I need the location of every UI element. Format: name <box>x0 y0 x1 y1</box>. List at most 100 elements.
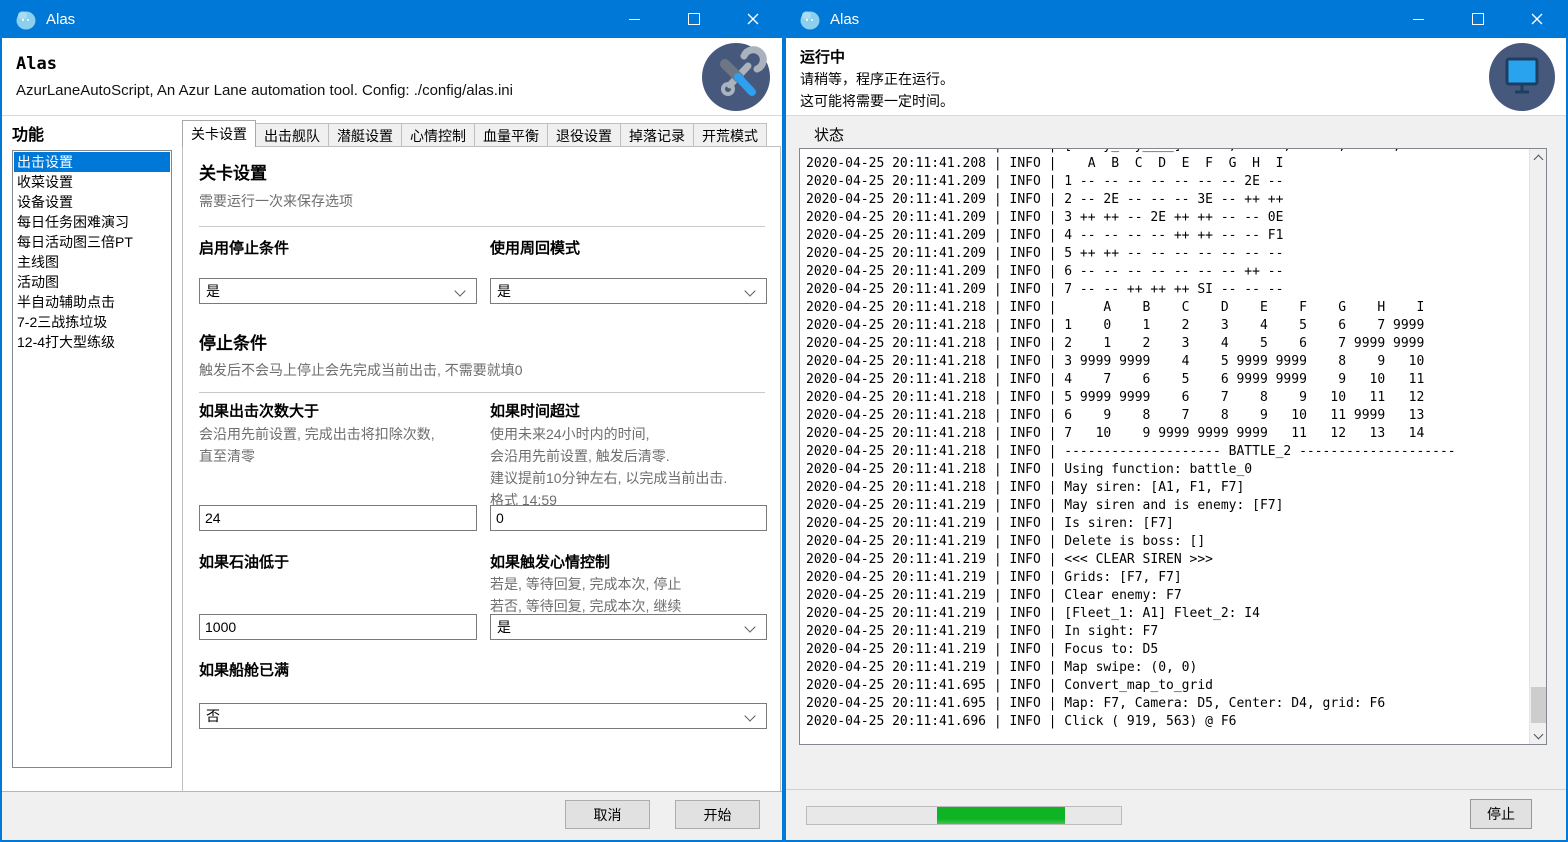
log-line: 2020-04-25 20:11:41.695 | INFO | Map: F7… <box>806 695 1529 713</box>
log-line: 2020-04-25 20:11:41.209 | INFO | 5 ++ ++… <box>806 245 1529 263</box>
dock-full-value: 否 <box>206 706 220 726</box>
oil-below-label: 如果石油低于 <box>199 551 477 572</box>
enable-stop-value: 是 <box>206 281 220 301</box>
chevron-down-icon <box>454 285 465 296</box>
close-icon <box>747 13 759 25</box>
log-line: 2020-04-25 20:11:41.209 | INFO | 4 -- --… <box>806 227 1529 245</box>
divider <box>199 392 765 393</box>
sidebar-item[interactable]: 主线图 <box>14 252 170 272</box>
log-output[interactable]: 2020-04-25 20:11:41.208 | INFO | [enemy_… <box>799 148 1547 745</box>
log-line: 2020-04-25 20:11:41.209 | INFO | 7 -- --… <box>806 281 1529 299</box>
log-line: 2020-04-25 20:11:41.219 | INFO | May sir… <box>806 497 1529 515</box>
divider <box>199 226 765 227</box>
log-line: 2020-04-25 20:11:41.219 | INFO | Clear e… <box>806 587 1529 605</box>
tab[interactable]: 潜艇设置 <box>328 123 402 147</box>
dock-full-select[interactable]: 否 <box>199 703 767 729</box>
sidebar-item[interactable]: 活动图 <box>14 272 170 292</box>
sidebar-item[interactable]: 设备设置 <box>14 192 170 212</box>
sidebar-item[interactable]: 每日任务困难演习 <box>14 212 170 232</box>
function-list[interactable]: 出击设置 收菜设置 设备设置 每日任务困难演习 每日活动图三倍PT 主线图 活动… <box>12 150 172 768</box>
app-header: Alas AzurLaneAutoScript, An Azur Lane au… <box>2 38 782 116</box>
minimize-button[interactable] <box>605 0 664 38</box>
tab-bar: 关卡设置 出击舰队 潜艇设置 心情控制 血量平衡 退役设置 掉落记录 开荒模式 <box>182 121 766 147</box>
stop-cond-desc: 触发后不会马上停止会先完成当前出击, 不需要就填0 <box>199 360 523 380</box>
oil-below-input[interactable] <box>199 614 477 640</box>
log-line: 2020-04-25 20:11:41.219 | INFO | Map swi… <box>806 659 1529 677</box>
sidebar-item[interactable]: 12-4打大型练级 <box>14 332 170 352</box>
start-button[interactable]: 开始 <box>675 800 760 829</box>
loop-mode-label: 使用周回模式 <box>490 237 767 258</box>
log-line: 2020-04-25 20:11:41.209 | INFO | 6 -- --… <box>806 263 1529 281</box>
tab[interactable]: 掉落记录 <box>620 123 694 147</box>
log-line: 2020-04-25 20:11:41.218 | INFO | Using f… <box>806 461 1529 479</box>
window-title: Alas <box>830 11 859 28</box>
sidebar-item[interactable]: 每日活动图三倍PT <box>14 232 170 252</box>
tab[interactable]: 开荒模式 <box>693 123 767 147</box>
log-line: 2020-04-25 20:11:41.208 | INFO | [enemy_… <box>806 148 1529 155</box>
scroll-down-icon[interactable] <box>1530 727 1547 744</box>
log-line: 2020-04-25 20:11:41.218 | INFO | -------… <box>806 443 1529 461</box>
stop-button[interactable]: 停止 <box>1470 799 1532 829</box>
status-label: 状态 <box>814 124 844 145</box>
close-button[interactable] <box>723 0 782 38</box>
sidebar-item[interactable]: 7-2三战拣垃圾 <box>14 312 170 332</box>
app-logo-icon <box>14 7 38 31</box>
maximize-button[interactable] <box>664 0 723 38</box>
emotion-select[interactable]: 是 <box>490 614 767 640</box>
log-line: 2020-04-25 20:11:41.209 | INFO | 1 -- --… <box>806 173 1529 191</box>
minimize-button[interactable] <box>1389 0 1448 38</box>
tab[interactable]: 心情控制 <box>401 123 475 147</box>
tab[interactable]: 关卡设置 <box>182 120 256 147</box>
log-line: 2020-04-25 20:11:41.209 | INFO | 3 ++ ++… <box>806 209 1529 227</box>
log-lines: 2020-04-25 20:11:41.208 | INFO | [enemy_… <box>806 148 1529 744</box>
progress-bar <box>806 806 1122 825</box>
sidebar-item[interactable]: 出击设置 <box>14 152 170 172</box>
log-line: 2020-04-25 20:11:41.219 | INFO | Delete … <box>806 533 1529 551</box>
tab[interactable]: 血量平衡 <box>474 123 548 147</box>
scroll-up-icon[interactable] <box>1530 149 1547 166</box>
dock-full-label: 如果船舱已满 <box>199 659 477 680</box>
log-line: 2020-04-25 20:11:41.219 | INFO | In sigh… <box>806 623 1529 641</box>
sidebar-item[interactable]: 半自动辅助点击 <box>14 292 170 312</box>
monitor-icon <box>1488 41 1556 113</box>
section-desc: 需要运行一次来保存选项 <box>199 191 353 211</box>
count-gt-desc: 会沿用先前设置, 完成出击将扣除次数, 直至清零 <box>199 423 477 467</box>
log-line: 2020-04-25 20:11:41.219 | INFO | Grids: … <box>806 569 1529 587</box>
run-status-line1: 请稍等，程序正在运行。 <box>800 69 954 89</box>
log-line: 2020-04-25 20:11:41.218 | INFO | 3 9999 … <box>806 353 1529 371</box>
maximize-button[interactable] <box>1448 0 1507 38</box>
cancel-button[interactable]: 取消 <box>565 800 650 829</box>
log-line: 2020-04-25 20:11:41.209 | INFO | 2 -- 2E… <box>806 191 1529 209</box>
close-button[interactable] <box>1507 0 1566 38</box>
loop-mode-select[interactable]: 是 <box>490 278 767 304</box>
log-line: 2020-04-25 20:11:41.218 | INFO | 4 7 6 5… <box>806 371 1529 389</box>
log-line: 2020-04-25 20:11:41.695 | INFO | Convert… <box>806 677 1529 695</box>
section-title: 关卡设置 <box>199 159 267 184</box>
enable-stop-select[interactable]: 是 <box>199 278 477 304</box>
titlebar[interactable]: Alas <box>2 0 782 38</box>
titlebar[interactable]: Alas <box>786 0 1566 38</box>
tab[interactable]: 退役设置 <box>547 123 621 147</box>
sidebar-heading: 功能 <box>12 121 44 145</box>
log-line: 2020-04-25 20:11:41.219 | INFO | [Fleet_… <box>806 605 1529 623</box>
app-subtitle: AzurLaneAutoScript, An Azur Lane automat… <box>16 82 513 99</box>
chevron-down-icon <box>744 710 755 721</box>
log-line: 2020-04-25 20:11:41.218 | INFO | 5 9999 … <box>806 389 1529 407</box>
chevron-down-icon <box>744 285 755 296</box>
time-over-label: 如果时间超过 <box>490 400 767 421</box>
emotion-value: 是 <box>497 617 511 637</box>
minimize-icon <box>629 19 640 20</box>
log-line: 2020-04-25 20:11:41.208 | INFO | A B C D… <box>806 155 1529 173</box>
app-name: Alas <box>16 54 57 74</box>
progress-indeterminate-chunk <box>937 807 1065 824</box>
sidebar-item[interactable]: 收菜设置 <box>14 172 170 192</box>
time-over-input[interactable] <box>490 505 767 531</box>
count-gt-input[interactable] <box>199 505 477 531</box>
tab[interactable]: 出击舰队 <box>255 123 329 147</box>
run-header: 运行中 请稍等，程序正在运行。 这可能将需要一定时间。 <box>786 38 1566 116</box>
log-line: 2020-04-25 20:11:41.219 | INFO | Focus t… <box>806 641 1529 659</box>
log-line: 2020-04-25 20:11:41.218 | INFO | A B C D… <box>806 299 1529 317</box>
log-scrollbar[interactable] <box>1529 149 1546 744</box>
count-gt-label: 如果出击次数大于 <box>199 400 477 421</box>
scrollbar-thumb[interactable] <box>1531 687 1546 723</box>
